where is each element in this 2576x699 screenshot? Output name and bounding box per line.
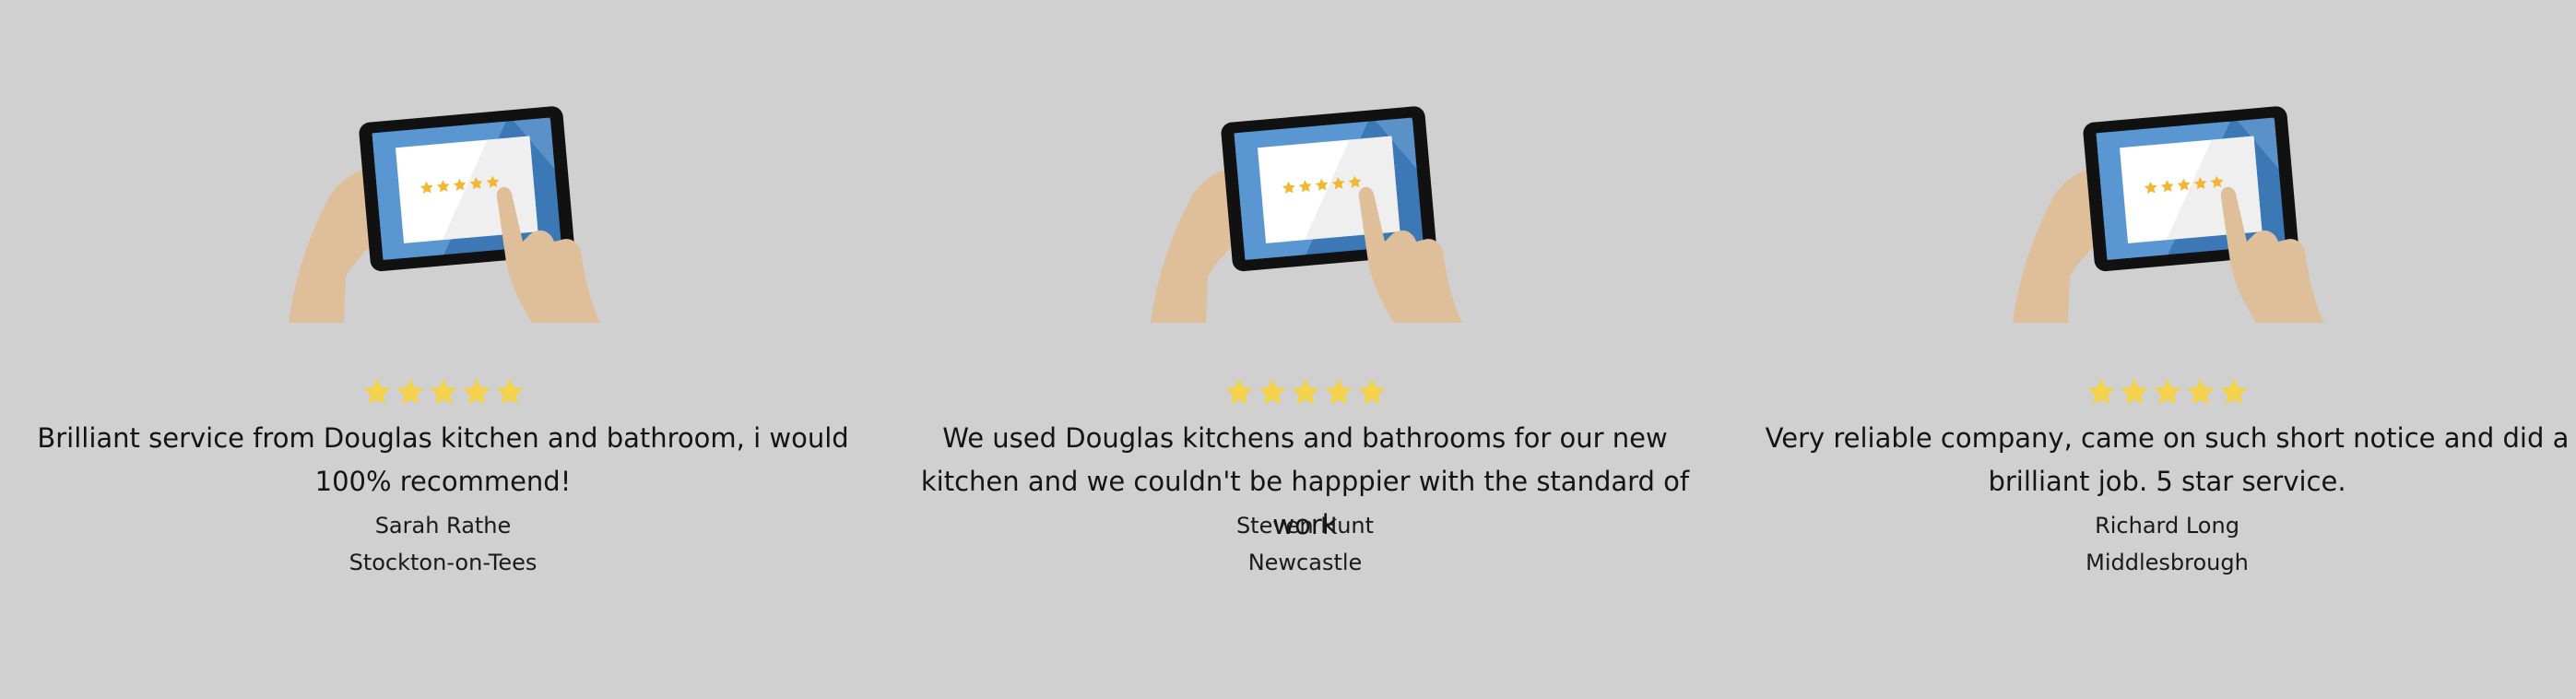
testimonial-card: We used Douglas kitchens and bathrooms f…: [874, 0, 1736, 699]
testimonials-row: Brilliant service from Douglas kitchen a…: [0, 0, 2576, 699]
star-icon: [1323, 376, 1354, 408]
star-icon: [2086, 376, 2117, 408]
reviewer-name: Steven Hunt: [1235, 513, 1375, 539]
star-icon: [494, 376, 526, 408]
reviewer-location: Middlesbrough: [2086, 550, 2249, 575]
hands-holding-tablet-five-star-rating-icon: [2005, 87, 2328, 323]
star-icon: [1223, 376, 1255, 408]
star-icon: [2218, 376, 2250, 408]
star-icon: [2152, 376, 2183, 408]
star-icon: [1356, 376, 1388, 408]
star-icon: [461, 376, 492, 408]
reviewer-name: Richard Long: [2095, 513, 2239, 539]
star-icon: [361, 376, 393, 408]
star-icon: [1290, 376, 1321, 408]
hands-holding-tablet-five-star-rating-icon: [281, 87, 604, 323]
star-icon: [2119, 376, 2150, 408]
star-rating: [874, 376, 1736, 413]
reviewer-name: Sarah Rathe: [374, 513, 512, 539]
reviewer-location: Newcastle: [1247, 550, 1363, 575]
star-icon: [2185, 376, 2216, 408]
reviewer-location: Stockton-on-Tees: [349, 550, 538, 575]
star-rating: [12, 376, 874, 413]
testimonial-quote: Very reliable company, came on such shor…: [1765, 422, 2570, 497]
testimonial-card: Brilliant service from Douglas kitchen a…: [12, 0, 874, 699]
star-icon: [1257, 376, 1288, 408]
testimonial-quote: Brilliant service from Douglas kitchen a…: [37, 422, 849, 497]
star-icon: [395, 376, 426, 408]
star-rating: [1736, 376, 2576, 413]
star-icon: [428, 376, 459, 408]
testimonial-card: Very reliable company, came on such shor…: [1736, 0, 2576, 699]
hands-holding-tablet-five-star-rating-icon: [1143, 87, 1466, 323]
